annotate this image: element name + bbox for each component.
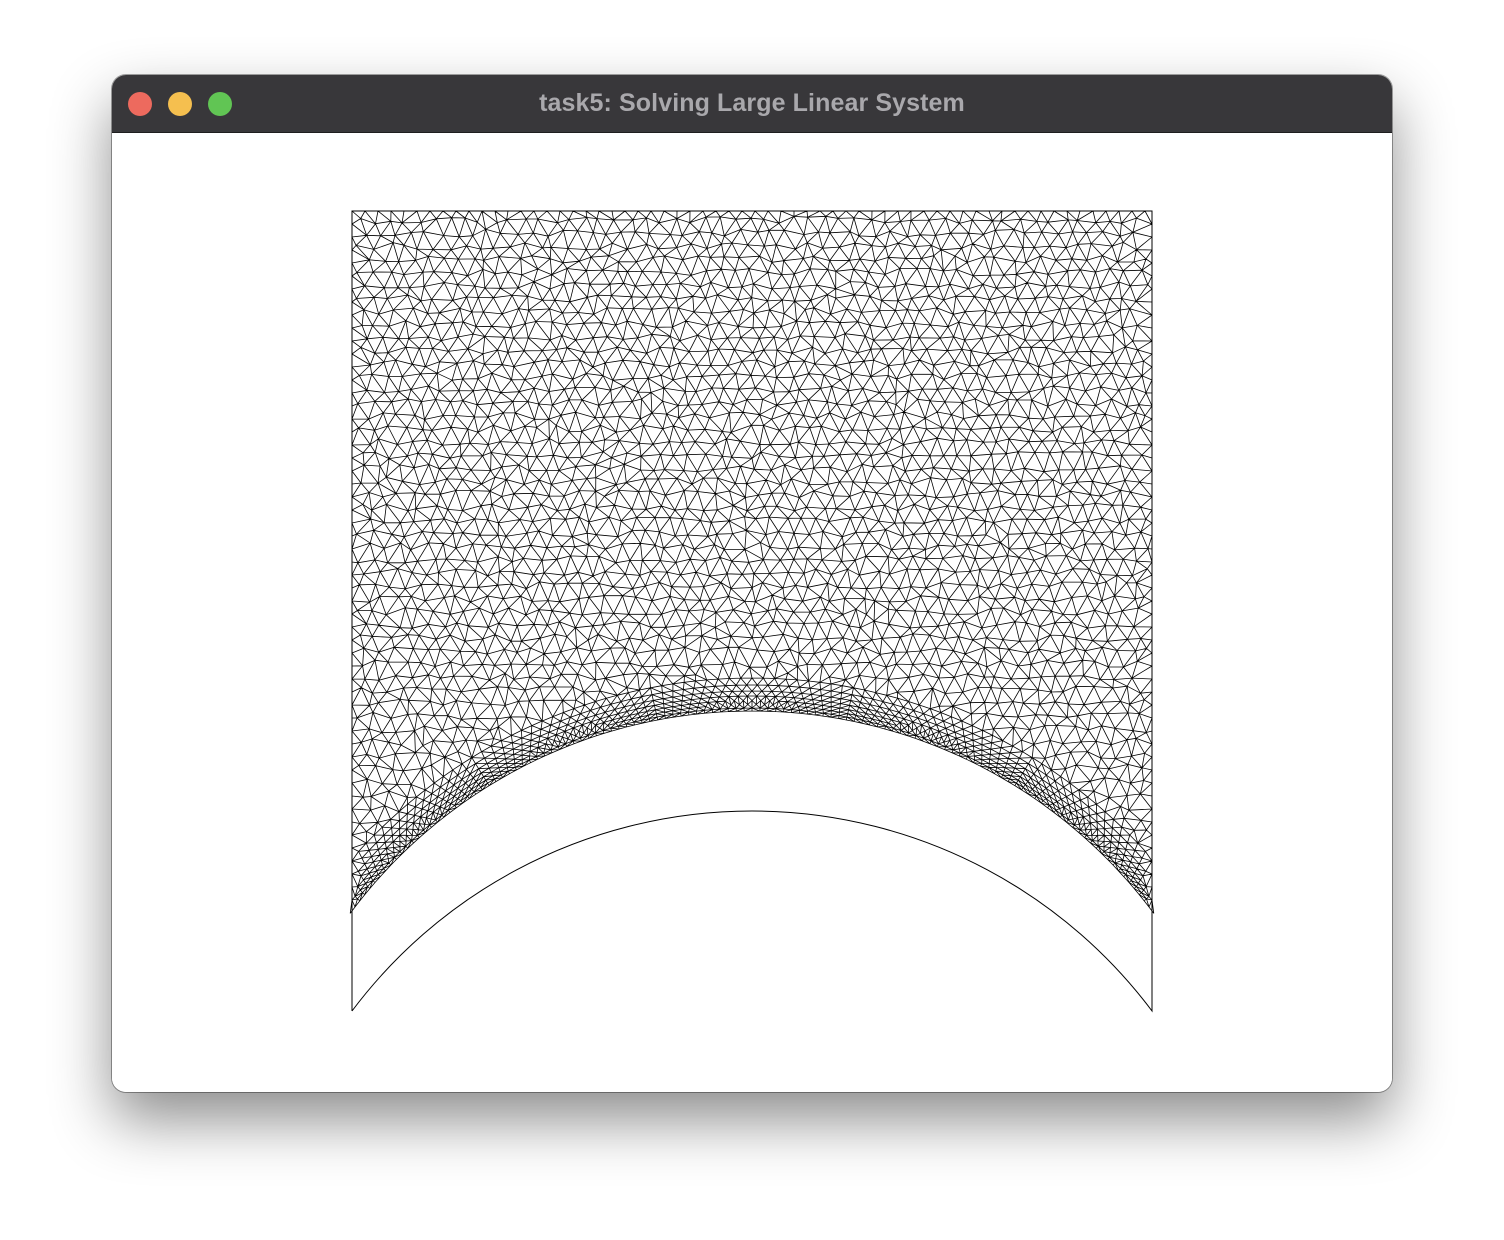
mesh-edges <box>349 210 1155 914</box>
window-title: task5: Solving Large Linear System <box>539 89 965 117</box>
render-canvas[interactable] <box>112 133 1392 1092</box>
title-bar[interactable]: task5: Solving Large Linear System <box>112 75 1392 133</box>
triangle-mesh <box>349 210 1155 1013</box>
app-window: task5: Solving Large Linear System <box>112 75 1392 1092</box>
